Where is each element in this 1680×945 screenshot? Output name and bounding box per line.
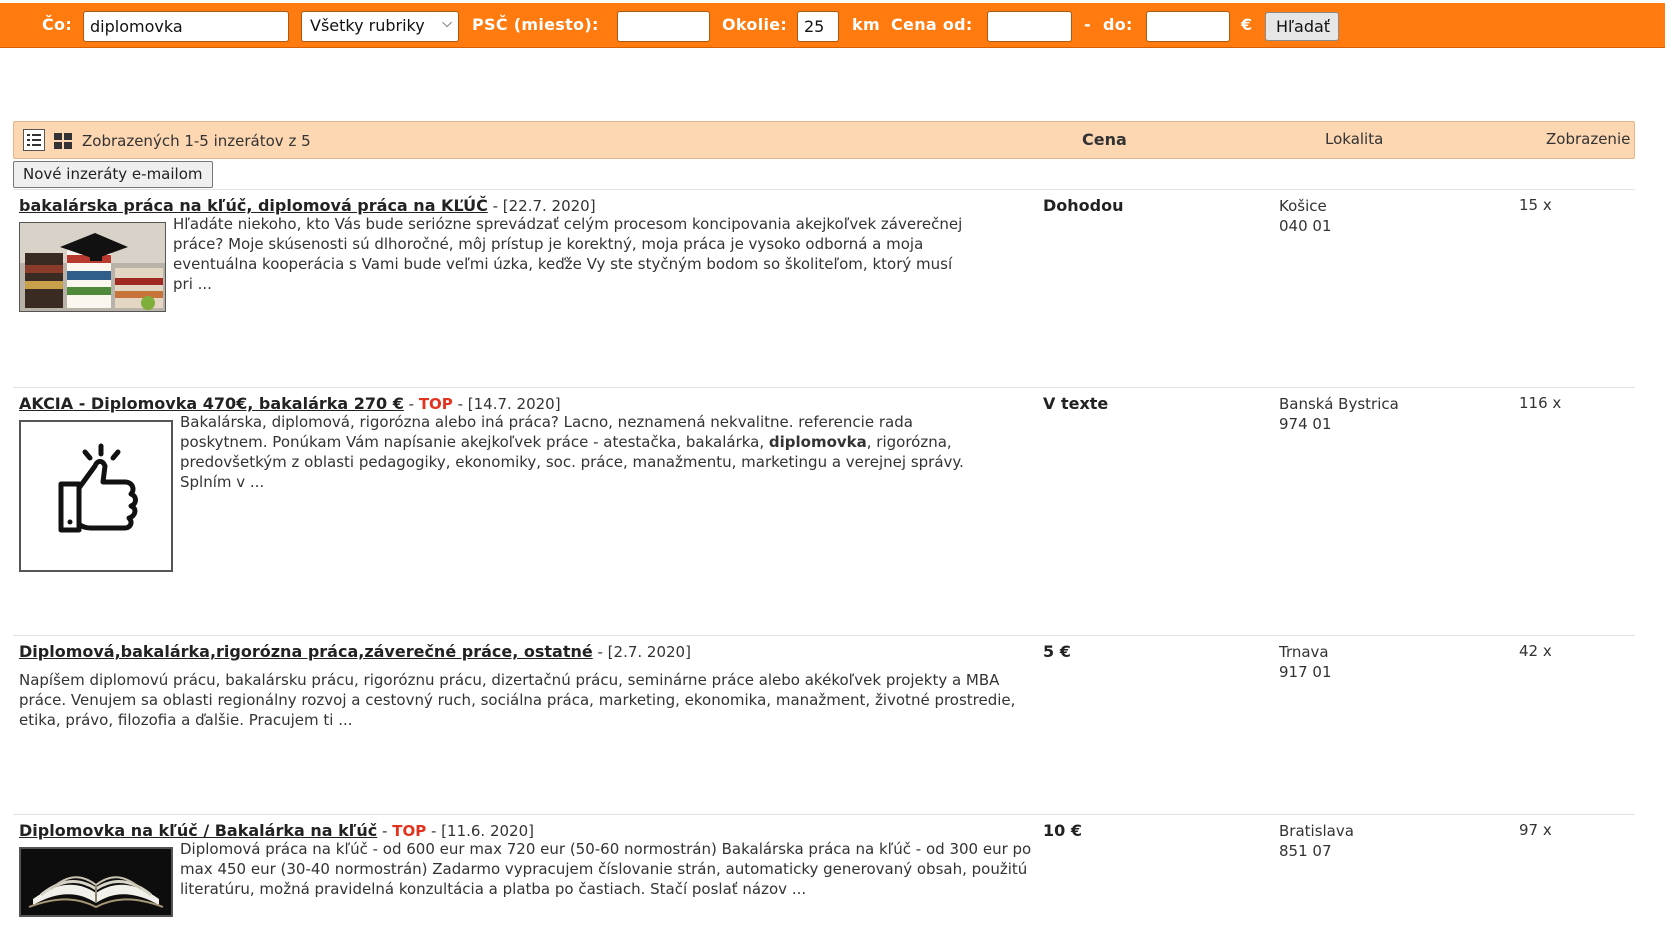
chevron-down-icon: ⌵	[442, 16, 452, 31]
listing-title-line: Diplomovka na kľúč / Bakalárka na kľúč -…	[19, 821, 534, 840]
listing-thumbnail[interactable]	[19, 222, 166, 312]
search-bar: Čo: Všetky rubriky ⌵ PSČ (miesto): Okoli…	[0, 3, 1665, 48]
listing-description: Bakalárska, diplomová, rigorózna alebo i…	[180, 412, 1000, 492]
email-alerts-button[interactable]: Nové inzeráty e-mailom	[13, 161, 213, 188]
results-count: Zobrazených 1-5 inzerátov z 5	[82, 132, 311, 150]
title-separator: -	[426, 822, 442, 840]
km-label: km	[852, 15, 880, 34]
listing-city: Bratislava	[1279, 822, 1354, 840]
listing-location: Trnava 917 01	[1279, 642, 1332, 682]
listing-city: Banská Bystrica	[1279, 395, 1399, 413]
divider	[13, 387, 1635, 388]
listing-description: Napíšem diplomovú prácu, bakalársku prác…	[19, 671, 1016, 729]
listing-city: Trnava	[1279, 643, 1329, 661]
price-from-input[interactable]	[987, 11, 1072, 42]
psc-label: PSČ (miesto):	[472, 15, 599, 34]
listing-title-line: Diplomová,bakalárka,rigorózna práca,záve…	[19, 642, 691, 661]
what-label: Čo:	[42, 15, 73, 34]
title-separator: -	[377, 822, 393, 840]
listing-zip: 040 01	[1279, 217, 1332, 235]
listing-thumbnail[interactable]	[19, 420, 173, 572]
listing-title-link[interactable]: bakalárska práca na kľúč, diplomová prác…	[19, 196, 488, 215]
listing-description: Hľadáte niekoho, kto Vás bude seriózne s…	[173, 215, 963, 293]
listing-views: 116 x	[1519, 394, 1562, 412]
title-separator: -	[403, 395, 419, 413]
books-graduation-cap-image	[20, 223, 165, 311]
top-badge: TOP	[392, 822, 427, 840]
listing-zip: 851 07	[1279, 842, 1332, 860]
listing-title-line: AKCIA - Diplomovka 470€, bakalárka 270 €…	[19, 394, 561, 413]
divider	[13, 635, 1635, 636]
listing-views: 42 x	[1519, 642, 1552, 660]
list-view-icon[interactable]	[23, 129, 45, 151]
title-separator: -	[487, 197, 503, 215]
grid-view-icon[interactable]	[53, 131, 73, 151]
divider	[13, 814, 1635, 815]
price-from-label: Cena od:	[891, 15, 973, 34]
psc-input[interactable]	[617, 11, 710, 42]
divider	[13, 189, 1635, 190]
listing-title-link[interactable]: Diplomová,bakalárka,rigorózna práca,záve…	[19, 642, 593, 661]
listing-location: Bratislava 851 07	[1279, 821, 1354, 861]
listing-price: V texte	[1043, 394, 1109, 413]
listing-views: 15 x	[1519, 196, 1552, 214]
what-input[interactable]	[83, 11, 289, 42]
search-button[interactable]: Hľadať	[1265, 12, 1339, 41]
title-separator: -	[592, 643, 608, 661]
description-highlight: diplomovka	[768, 433, 867, 451]
listing-description: Diplomová práca na kľúč - od 600 eur max…	[180, 840, 1032, 898]
open-book-image	[21, 849, 171, 915]
listing-thumbnail[interactable]	[19, 847, 173, 917]
listing-date: [14.7. 2020]	[467, 395, 561, 413]
listing-date: [11.6. 2020]	[441, 822, 534, 840]
listing-price: 5 €	[1043, 642, 1071, 661]
listing-title-line: bakalárska práca na kľúč, diplomová prác…	[19, 196, 596, 215]
radius-input[interactable]	[797, 11, 839, 42]
column-header-price[interactable]: Cena	[1082, 130, 1127, 149]
listing-price: 10 €	[1043, 821, 1082, 840]
listing-views: 97 x	[1519, 821, 1552, 839]
listing-title-link[interactable]: AKCIA - Diplomovka 470€, bakalárka 270 €	[19, 394, 404, 413]
listing-location: Košice 040 01	[1279, 196, 1332, 236]
listing-price: Dohodou	[1043, 196, 1124, 215]
thumbs-up-icon	[21, 422, 171, 570]
listing-zip: 917 01	[1279, 663, 1332, 681]
listing-city: Košice	[1279, 197, 1327, 215]
price-to-input[interactable]	[1146, 11, 1230, 42]
radius-label: Okolie:	[722, 15, 788, 34]
category-select-value: Všetky rubriky	[310, 16, 425, 35]
listing-date: [22.7. 2020]	[502, 197, 596, 215]
listing-title-link[interactable]: Diplomovka na kľúč / Bakalárka na kľúč	[19, 821, 377, 840]
title-separator: -	[452, 395, 468, 413]
dash-label: -	[1084, 15, 1091, 34]
listing-location: Banská Bystrica 974 01	[1279, 394, 1399, 434]
listing-header: Zobrazených 1-5 inzerátov z 5 Cena Lokal…	[13, 121, 1635, 159]
column-header-views[interactable]: Zobrazenie	[1546, 130, 1630, 148]
top-badge: TOP	[418, 395, 453, 413]
currency-label: €	[1241, 15, 1253, 34]
price-to-label: do:	[1103, 15, 1133, 34]
listing-zip: 974 01	[1279, 415, 1332, 433]
listing-date: [2.7. 2020]	[607, 643, 691, 661]
column-header-location[interactable]: Lokalita	[1325, 130, 1383, 148]
category-select[interactable]: Všetky rubriky ⌵	[301, 11, 459, 42]
